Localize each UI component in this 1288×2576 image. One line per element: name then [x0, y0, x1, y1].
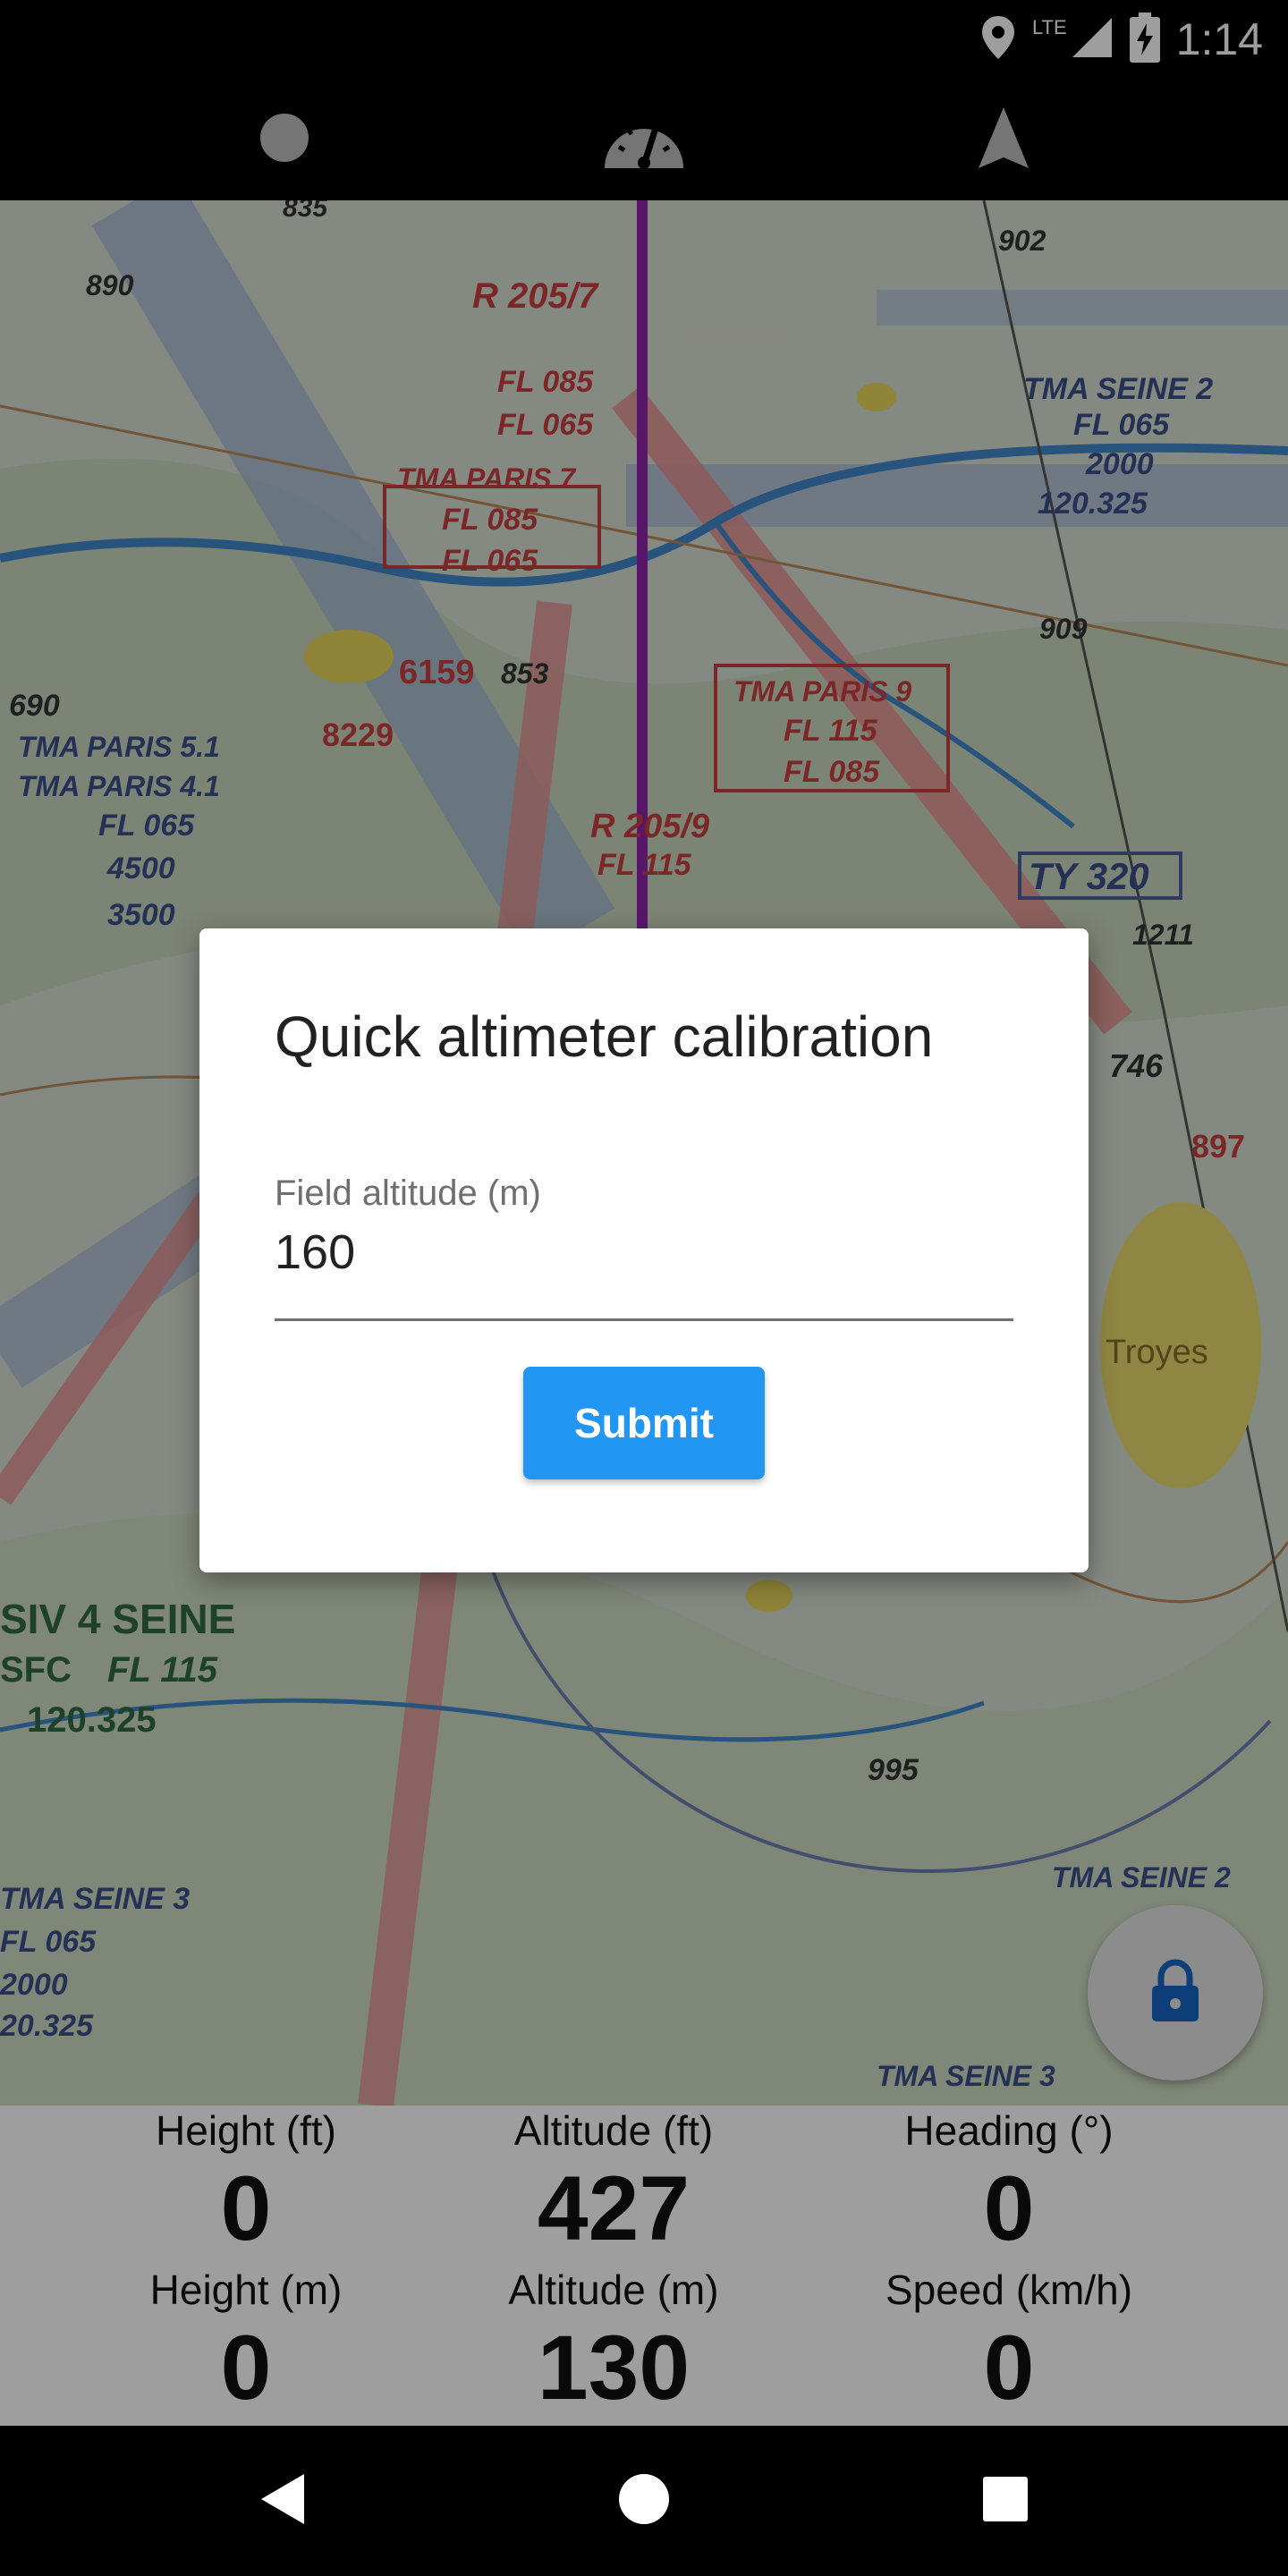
field-underline [275, 1318, 1013, 1321]
home-icon [617, 2472, 671, 2530]
altimeter-calibration-dialog: Quick altimeter calibration Field altitu… [199, 928, 1089, 1572]
field-altitude-input[interactable] [275, 1218, 1013, 1286]
nav-back-button[interactable] [211, 2426, 354, 2576]
nav-home-button[interactable] [572, 2426, 716, 2576]
submit-button[interactable]: Submit [523, 1367, 765, 1479]
dialog-title: Quick altimeter calibration [275, 1004, 934, 1069]
nav-recents-button[interactable] [934, 2426, 1077, 2576]
system-nav-bar [0, 2426, 1288, 2576]
field-altitude-label: Field altitude (m) [275, 1174, 541, 1213]
back-icon [259, 2472, 306, 2530]
recents-icon [981, 2475, 1030, 2528]
